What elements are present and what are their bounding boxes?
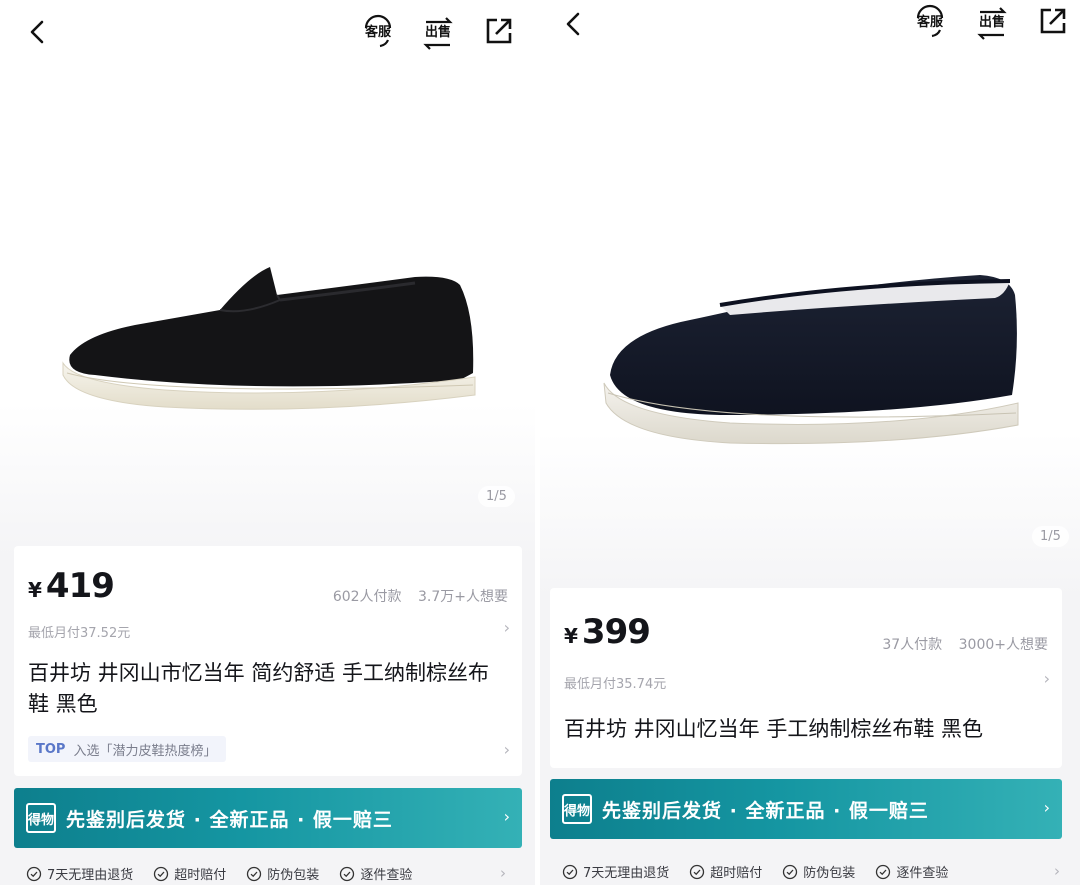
- product-page-right: 客服 出售 1/5 ¥ 399 37人付款 3000+人想要 最低月付35.74…: [540, 0, 1080, 885]
- product-info-card: ¥ 399 37人付款 3000+人想要 最低月付35.74元 › 百井坊 井冈…: [550, 588, 1062, 768]
- currency-symbol: ¥: [28, 578, 42, 602]
- guarantee-item: 逐件查验: [875, 862, 948, 881]
- guarantee-list[interactable]: 7天无理由退货 超时赔付 防伪包装 逐件查验: [562, 862, 968, 881]
- sell-label: 出售: [978, 15, 1005, 30]
- customer-service-label: 客服: [916, 15, 943, 30]
- chevron-right-icon: ›: [1043, 798, 1050, 817]
- customer-service-label: 客服: [364, 25, 391, 40]
- image-pager: 1/5: [478, 486, 515, 507]
- sell-button[interactable]: 出售: [418, 14, 458, 54]
- product-title: 百井坊 井冈山市忆当年 简约舒适 手工纳制棕丝布鞋 黑色: [28, 661, 490, 716]
- guarantee-label: 防伪包装: [267, 868, 320, 883]
- chevron-right-icon[interactable]: ›: [500, 864, 506, 882]
- price-amount: 419: [45, 566, 115, 606]
- check-circle-icon: [26, 866, 42, 881]
- check-circle-icon: [690, 864, 705, 879]
- product-page-left: 客服 出售 1/5 ¥ 419 602人付款 3.7万+人想要 最低月付37.5…: [0, 0, 535, 885]
- price: ¥ 419: [28, 566, 115, 606]
- ranking-text: 入选「潜力皮鞋热度榜」: [73, 743, 217, 759]
- guarantee-item: 防伪包装: [246, 864, 319, 883]
- guarantee-item: 防伪包装: [782, 862, 855, 881]
- check-circle-icon: [154, 866, 169, 881]
- check-circle-icon: [783, 864, 798, 879]
- guarantee-item: 超时赔付: [153, 864, 226, 883]
- guarantee-label: 7天无理由退货: [583, 866, 670, 881]
- share-icon: [486, 18, 512, 44]
- check-circle-icon: [876, 864, 891, 879]
- installment-info[interactable]: 最低月付37.52元: [28, 622, 130, 641]
- product-title: 百井坊 井冈山忆当年 手工纳制棕丝布鞋 黑色: [564, 717, 984, 741]
- guarantee-label: 超时赔付: [710, 866, 763, 881]
- product-image-shoe: [603, 275, 1019, 445]
- brand-logo: 得物: [562, 794, 592, 824]
- sales-stats: 37人付款 3000+人想要: [882, 634, 1048, 654]
- chevron-right-icon[interactable]: ›: [1044, 669, 1050, 688]
- chevron-right-icon: ›: [503, 807, 510, 826]
- chevron-right-icon[interactable]: ›: [1054, 862, 1060, 880]
- ranking-badge[interactable]: TOP 入选「潜力皮鞋热度榜」: [28, 736, 227, 762]
- sales-stats: 602人付款 3.7万+人想要: [333, 586, 508, 606]
- authentication-banner[interactable]: 得物 先鉴别后发货 · 全新正品 · 假一赔三 ›: [550, 779, 1062, 839]
- price-amount: 399: [581, 612, 651, 652]
- guarantee-item: 逐件查验: [339, 864, 412, 883]
- sell-label: 出售: [424, 25, 451, 40]
- price: ¥ 399: [564, 612, 651, 652]
- chevron-left-icon: [30, 20, 44, 44]
- guarantee-label: 逐件查验: [896, 866, 949, 881]
- guarantee-item: 7天无理由退货: [26, 864, 133, 883]
- share-button[interactable]: [482, 14, 522, 54]
- brand-logo: 得物: [26, 803, 56, 833]
- image-pager: 1/5: [1032, 526, 1069, 547]
- check-circle-icon: [247, 866, 262, 881]
- guarantee-label: 7天无理由退货: [47, 868, 134, 883]
- chevron-right-icon[interactable]: ›: [504, 618, 510, 637]
- authentication-banner[interactable]: 得物 先鉴别后发货 · 全新正品 · 假一赔三 ›: [14, 788, 522, 848]
- want-count: 3.7万+人想要: [418, 589, 508, 605]
- banner-text: 先鉴别后发货 · 全新正品 · 假一赔三: [66, 808, 393, 831]
- installment-info[interactable]: 最低月付35.74元: [564, 673, 666, 692]
- share-button[interactable]: [1036, 4, 1076, 44]
- top-badge: TOP: [36, 741, 66, 757]
- check-circle-icon: [562, 864, 578, 879]
- product-image-shoe: [62, 267, 476, 410]
- back-button[interactable]: [24, 18, 52, 46]
- guarantee-label: 超时赔付: [174, 868, 227, 883]
- chevron-right-icon[interactable]: ›: [504, 740, 510, 759]
- guarantee-label: 防伪包装: [803, 866, 856, 881]
- currency-symbol: ¥: [564, 624, 578, 648]
- customer-service-button[interactable]: 客服: [910, 4, 950, 44]
- banner-text: 先鉴别后发货 · 全新正品 · 假一赔三: [602, 799, 929, 822]
- want-count: 3000+人想要: [958, 637, 1048, 653]
- back-button[interactable]: [560, 10, 588, 38]
- guarantee-item: 7天无理由退货: [562, 862, 669, 881]
- customer-service-button[interactable]: 客服: [358, 14, 398, 54]
- paid-count: 37人付款: [882, 637, 943, 653]
- sell-button[interactable]: 出售: [972, 4, 1012, 44]
- guarantee-item: 超时赔付: [689, 862, 762, 881]
- product-info-card: ¥ 419 602人付款 3.7万+人想要 最低月付37.52元 › 百井坊 井…: [14, 546, 522, 776]
- share-icon: [1040, 8, 1066, 34]
- check-circle-icon: [340, 866, 355, 881]
- paid-count: 602人付款: [332, 589, 402, 605]
- guarantee-label: 逐件查验: [360, 868, 413, 883]
- guarantee-list[interactable]: 7天无理由退货 超时赔付 防伪包装 逐件查验: [26, 864, 432, 883]
- chevron-left-icon: [566, 12, 580, 36]
